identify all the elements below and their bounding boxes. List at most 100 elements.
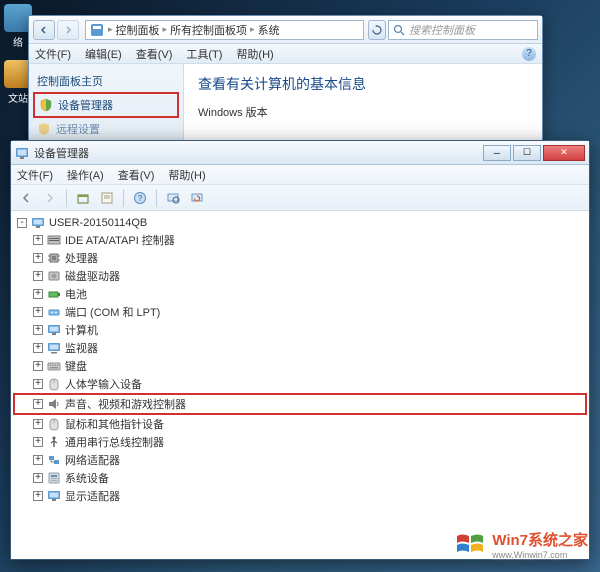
- menu-edit[interactable]: 编辑(E): [85, 46, 122, 62]
- tree-node-network[interactable]: + 网络适配器: [13, 451, 587, 469]
- sidebar-item-label: 控制面板主页: [37, 73, 103, 89]
- tb-properties-button[interactable]: [96, 188, 118, 208]
- tree-root[interactable]: - USER-20150114QB: [13, 215, 587, 231]
- menu-action[interactable]: 操作(A): [67, 167, 104, 183]
- display-icon: [47, 489, 61, 503]
- tree-node-ide[interactable]: + IDE ATA/ATAPI 控制器: [13, 231, 587, 249]
- tree-node-label: IDE ATA/ATAPI 控制器: [65, 232, 175, 248]
- usb-icon: [47, 435, 61, 449]
- tree-node-label: 显示适配器: [65, 488, 120, 504]
- tb-forward-button[interactable]: [39, 188, 61, 208]
- sidebar-item-device-manager[interactable]: 设备管理器: [33, 92, 179, 118]
- expand-icon[interactable]: +: [33, 307, 43, 317]
- expand-icon[interactable]: +: [33, 473, 43, 483]
- tree-node-sound[interactable]: + 声音、视频和游戏控制器: [13, 393, 587, 415]
- search-icon: [393, 24, 405, 36]
- toolbar-separator: [156, 189, 157, 207]
- tree-node-display[interactable]: + 显示适配器: [13, 487, 587, 505]
- forward-button[interactable]: [57, 20, 79, 40]
- expand-icon[interactable]: +: [33, 343, 43, 353]
- tree-node-label: 人体学输入设备: [65, 376, 142, 392]
- tree-node-label: 网络适配器: [65, 452, 120, 468]
- menu-file[interactable]: 文件(F): [17, 167, 53, 183]
- expand-icon[interactable]: +: [33, 379, 43, 389]
- tree-node-label: 端口 (COM 和 LPT): [65, 304, 160, 320]
- device-tree[interactable]: - USER-20150114QB + IDE ATA/ATAPI 控制器+处理器…: [11, 211, 589, 559]
- tree-node-keyboard[interactable]: +键盘: [13, 357, 587, 375]
- refresh-button[interactable]: [368, 20, 386, 40]
- tree-node-computer[interactable]: + 计算机: [13, 321, 587, 339]
- help-icon[interactable]: ?: [522, 47, 536, 61]
- monitor-icon: [47, 341, 61, 355]
- tree-node-system[interactable]: + 系统设备: [13, 469, 587, 487]
- dm-titlebar[interactable]: 设备管理器 ─ ☐ ✕: [11, 141, 589, 165]
- expand-icon[interactable]: +: [33, 235, 43, 245]
- tree-node-mouse[interactable]: +鼠标和其他指针设备: [13, 415, 587, 433]
- shield-icon: [37, 122, 51, 136]
- menu-file[interactable]: 文件(F): [35, 46, 71, 62]
- breadcrumb-segment[interactable]: 控制面板: [113, 22, 163, 38]
- keyboard-icon: [47, 359, 61, 373]
- back-button[interactable]: [33, 20, 55, 40]
- sidebar-item-remote[interactable]: 远程设置: [33, 118, 179, 140]
- device-manager-icon: [15, 146, 29, 160]
- tree-node-label: 声音、视频和游戏控制器: [65, 396, 186, 412]
- tree-node-port[interactable]: + 端口 (COM 和 LPT): [13, 303, 587, 321]
- sidebar-item-home[interactable]: 控制面板主页: [33, 70, 179, 92]
- expand-icon[interactable]: +: [33, 289, 43, 299]
- minimize-button[interactable]: ─: [483, 145, 511, 161]
- toolbar-separator: [123, 189, 124, 207]
- battery-icon: [47, 287, 61, 301]
- tb-back-button[interactable]: [15, 188, 37, 208]
- breadcrumb-segment[interactable]: 所有控制面板项: [167, 22, 250, 38]
- search-input[interactable]: 搜索控制面板: [388, 20, 538, 40]
- menu-help[interactable]: 帮助(H): [168, 167, 205, 183]
- expand-icon[interactable]: +: [33, 455, 43, 465]
- section-label: Windows 版本: [198, 104, 528, 120]
- tree-node-battery[interactable]: + 电池: [13, 285, 587, 303]
- windows-logo-icon: [454, 528, 486, 560]
- menu-help[interactable]: 帮助(H): [236, 46, 273, 62]
- cp-menubar: 文件(F) 编辑(E) 查看(V) 工具(T) 帮助(H) ?: [29, 44, 542, 64]
- address-bar[interactable]: ▸ 控制面板 ▸ 所有控制面板项 ▸ 系统: [85, 20, 364, 40]
- tree-node-cpu[interactable]: +处理器: [13, 249, 587, 267]
- cp-body: 控制面板主页 设备管理器 远程设置 查看有关计算机的基本信息 Windows 版…: [29, 64, 542, 144]
- collapse-icon[interactable]: -: [17, 218, 27, 228]
- close-button[interactable]: ✕: [543, 145, 585, 161]
- cp-content: 查看有关计算机的基本信息 Windows 版本: [184, 64, 542, 144]
- expand-icon[interactable]: +: [33, 361, 43, 371]
- expand-icon[interactable]: +: [33, 253, 43, 263]
- tree-node-label: 系统设备: [65, 470, 109, 486]
- cpu-icon: [47, 251, 61, 265]
- sidebar-item-label: 远程设置: [56, 121, 100, 137]
- expand-icon[interactable]: +: [33, 399, 43, 409]
- cp-sidebar: 控制面板主页 设备管理器 远程设置: [29, 64, 184, 144]
- tree-node-disk[interactable]: +磁盘驱动器: [13, 267, 587, 285]
- tree-node-usb[interactable]: + 通用串行总线控制器: [13, 433, 587, 451]
- menu-view[interactable]: 查看(V): [136, 46, 173, 62]
- breadcrumb-segment[interactable]: 系统: [255, 22, 283, 38]
- tb-up-button[interactable]: [72, 188, 94, 208]
- window-title: 设备管理器: [34, 145, 481, 161]
- expand-icon[interactable]: +: [33, 271, 43, 281]
- network-icon: [47, 453, 61, 467]
- tree-node-label: 通用串行总线控制器: [65, 434, 164, 450]
- tb-refresh-button[interactable]: [186, 188, 208, 208]
- cp-titlebar: ▸ 控制面板 ▸ 所有控制面板项 ▸ 系统 搜索控制面板: [29, 16, 542, 44]
- expand-icon[interactable]: +: [33, 419, 43, 429]
- tree-node-label: 电池: [65, 286, 87, 302]
- expand-icon[interactable]: +: [33, 437, 43, 447]
- expand-icon[interactable]: +: [33, 491, 43, 501]
- menu-tools[interactable]: 工具(T): [186, 46, 222, 62]
- disk-icon: [47, 269, 61, 283]
- tb-scan-button[interactable]: [162, 188, 184, 208]
- menu-view[interactable]: 查看(V): [118, 167, 155, 183]
- tree-node-label: 计算机: [65, 322, 98, 338]
- tree-node-monitor[interactable]: +监视器: [13, 339, 587, 357]
- mouse-icon: [47, 417, 61, 431]
- tb-help-button[interactable]: ?: [129, 188, 151, 208]
- watermark-title: Win7系统之家: [492, 529, 588, 550]
- tree-node-hid[interactable]: + 人体学输入设备: [13, 375, 587, 393]
- expand-icon[interactable]: +: [33, 325, 43, 335]
- maximize-button[interactable]: ☐: [513, 145, 541, 161]
